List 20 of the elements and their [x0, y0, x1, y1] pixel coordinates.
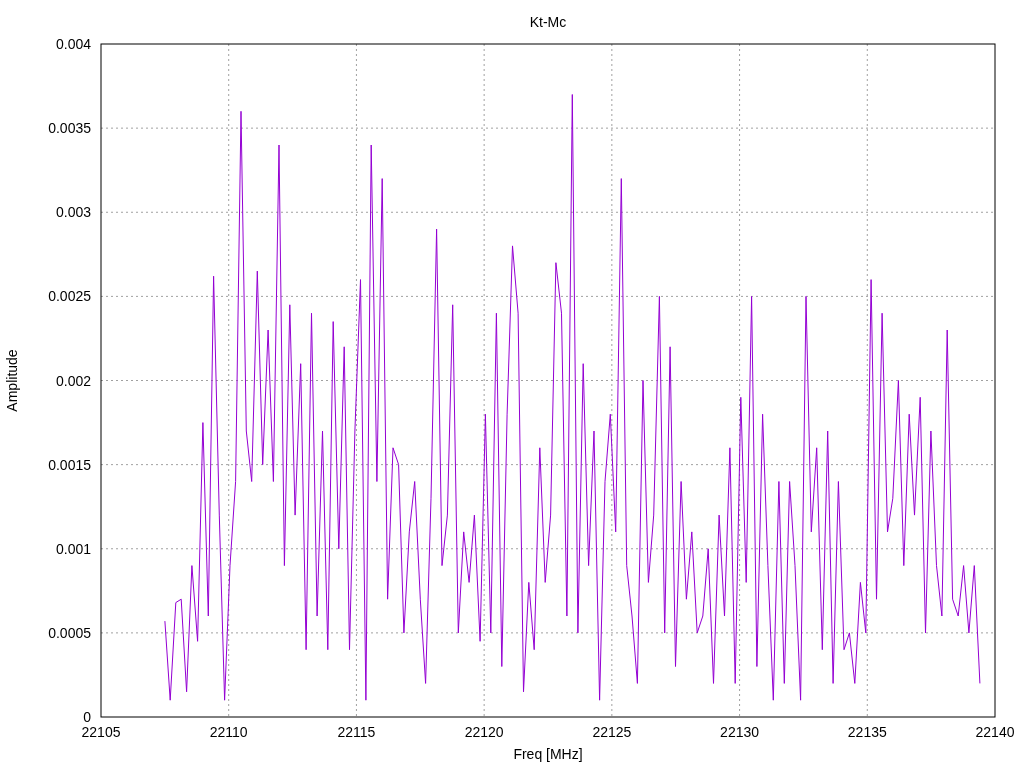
x-tick-label: 22105: [81, 724, 121, 740]
x-tick-label: 22110: [209, 724, 248, 740]
x-tick-label: 22140: [975, 724, 1015, 740]
x-tick-label: 22125: [592, 724, 632, 740]
y-tick-label: 0.003: [55, 204, 91, 221]
y-tick-label: 0.001: [55, 540, 91, 557]
x-tick-label: 22135: [847, 724, 887, 740]
y-tick-label: 0.0015: [48, 456, 91, 473]
x-axis-label: Freq [MHz]: [513, 746, 583, 762]
x-tick-label: 22115: [337, 724, 376, 740]
y-axis-label: Amplitude: [4, 349, 20, 412]
x-tick-label: 22130: [720, 724, 760, 740]
y-tick-label: 0.002: [55, 372, 91, 389]
y-tick-label: 0.0035: [48, 120, 91, 137]
x-tick-label: 22120: [464, 724, 504, 740]
chart-title: Kt-Mc: [529, 14, 567, 30]
y-tick-label: 0.0025: [48, 288, 91, 305]
y-tick-label: 0.004: [55, 36, 91, 52]
y-tick-label: 0.0005: [48, 624, 91, 641]
y-tick-label: 0: [83, 709, 91, 725]
